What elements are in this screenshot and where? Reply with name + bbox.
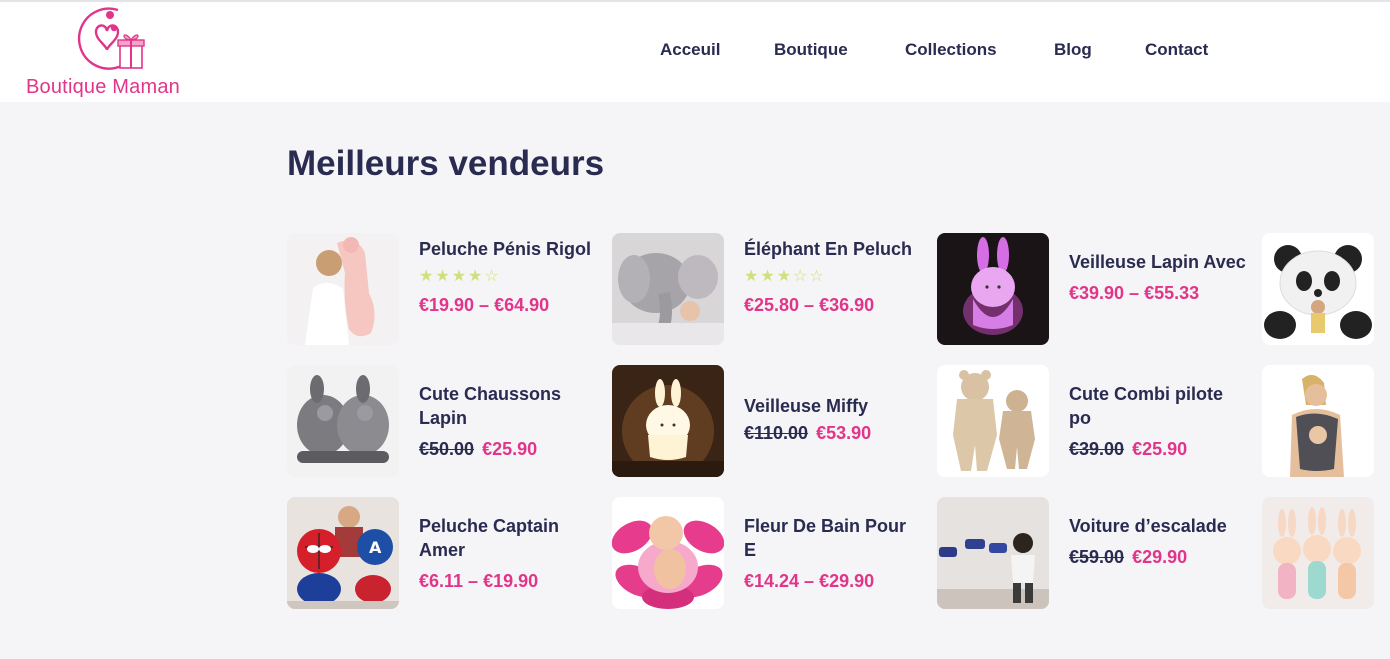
product-price: €39.00 €25.90 [1069,438,1247,460]
product-image[interactable] [937,365,1049,477]
old-price: €39.00 [1069,439,1125,459]
old-price: €59.00 [1069,547,1125,567]
product-image[interactable] [1262,233,1374,345]
product-price: €25.80 – €36.90 [744,295,875,315]
sale-price: €25.90 [1132,439,1188,459]
product-image[interactable] [612,365,724,477]
product-name[interactable]: Voiture d’escalade [1069,514,1247,538]
rating-stars: ★★★☆☆ [744,268,922,286]
old-price: €50.00 [419,439,475,459]
svg-text:A: A [369,538,382,557]
product-name[interactable]: Fleur De Bain Pour E [744,514,922,562]
product-card[interactable]: A Peluche Captain Amer €6.11 – €19.90 [287,497,597,609]
product-name[interactable]: Veilleuse Miffy [744,394,922,418]
star-empty-icon: ☆ [484,268,501,285]
product-card[interactable]: Veilleuse Miffy €110.00 €53.90 [612,365,922,477]
sale-price: €53.90 [816,423,872,443]
sale-price: €29.90 [1132,547,1188,567]
product-card[interactable]: Cute Combi pilote po €39.00 €25.90 [937,365,1247,477]
product-card[interactable]: Éléphant En Peluch ★★★☆☆ €25.80 – €36.90 [612,233,922,345]
product-card[interactable]: Fleur De Bain Pour E €14.24 – €29.90 [612,497,922,609]
product-image[interactable] [612,497,724,609]
section-title: Meilleurs vendeurs [287,144,605,183]
logo[interactable]: Boutique Maman [22,2,202,102]
product-card[interactable] [1262,497,1374,609]
product-image[interactable] [1262,497,1374,609]
product-card[interactable]: Peluche Pénis Rigol ★★★★☆ €19.90 – €64.9… [287,233,597,345]
product-card[interactable]: Veilleuse Lapin Avec €39.90 – €55.33 [937,233,1247,345]
star-filled-icon: ★★★★ [419,268,485,285]
product-name[interactable]: Peluche Pénis Rigol [419,237,597,261]
product-price: €6.11 – €19.90 [419,571,539,591]
product-name[interactable]: Peluche Captain Amer [419,514,597,562]
product-price: €59.00 €29.90 [1069,546,1247,568]
star-filled-icon: ★★★ [744,268,794,285]
product-image[interactable] [937,233,1049,345]
product-card[interactable]: Cute Chaussons Lapin €50.00 €25.90 [287,365,597,477]
product-image[interactable] [287,233,399,345]
product-price: €14.24 – €29.90 [744,571,875,591]
product-card[interactable] [1262,365,1374,477]
product-image[interactable] [937,497,1049,609]
product-card[interactable] [1262,233,1374,345]
nav-acceuil[interactable]: Acceuil [654,40,727,66]
product-price: €110.00 €53.90 [744,422,922,444]
product-price: €39.90 – €55.33 [1069,283,1200,303]
sale-price: €25.90 [482,439,538,459]
product-image[interactable] [612,233,724,345]
old-price: €110.00 [744,423,809,443]
product-image[interactable]: A [287,497,399,609]
product-image[interactable] [1262,365,1374,477]
product-name[interactable]: Éléphant En Peluch [744,237,922,261]
product-card[interactable]: Voiture d’escalade €59.00 €29.90 [937,497,1247,609]
nav-collections[interactable]: Collections [905,40,997,60]
product-name[interactable]: Cute Combi pilote po [1069,382,1247,430]
nav-contact[interactable]: Contact [1145,40,1208,60]
logo-text: Boutique Maman [26,76,181,98]
product-price: €19.90 – €64.90 [419,295,550,315]
product-name[interactable]: Veilleuse Lapin Avec [1069,250,1247,274]
nav-blog[interactable]: Blog [1054,40,1092,60]
rating-stars: ★★★★☆ [419,268,597,286]
product-name[interactable]: Cute Chaussons Lapin [419,382,597,430]
star-empty-icon: ☆☆ [793,268,826,285]
product-image[interactable] [287,365,399,477]
nav-boutique[interactable]: Boutique [774,40,848,60]
site-header: Boutique Maman Acceuil Boutique Collecti… [0,2,1390,102]
product-price: €50.00 €25.90 [419,438,597,460]
logo-heart-gift-icon [77,7,145,70]
